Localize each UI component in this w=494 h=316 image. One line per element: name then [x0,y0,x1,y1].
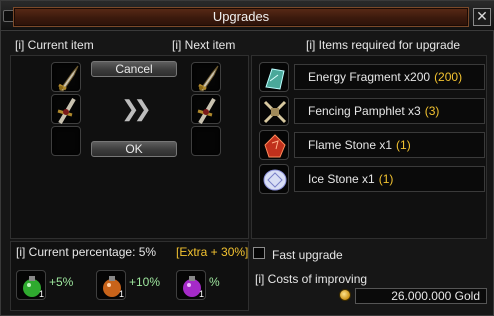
upgrade-arrow-icon: ❯❯ [121,96,152,121]
gold-cost-value: 26.000.000 Gold [355,288,487,304]
sword-icon [198,65,219,92]
required-item-count: (1) [378,172,394,186]
ok-button[interactable]: OK [91,141,177,157]
orange-potion-bonus: +10% [129,275,161,289]
fencing-pamphlet-icon [259,96,289,126]
next-item-slot-3[interactable] [191,126,221,156]
current-item-slot[interactable] [51,62,81,92]
item-compare-panel: Cancel OK ❯❯ [10,55,249,239]
green-potion-slot[interactable]: 1 [16,270,46,300]
left-headers: [i] Current item [i] Next item [10,35,249,55]
current-item-slot-2[interactable] [51,94,81,125]
title-bar[interactable]: Upgrades ✕ [1,1,494,31]
orange-potion-slot[interactable]: 1 [96,270,126,300]
current-percentage-label: [i] Current percentage: 5% [16,245,157,259]
next-item-slot[interactable] [191,62,221,92]
extra-percentage-label: [Extra + 30%] [176,245,249,259]
required-item-count: (1) [396,138,411,152]
current-item-header: [i] Current item [15,38,94,52]
required-item-name: Ice Stone x1 [308,172,375,186]
sword-hilt-icon [197,97,216,125]
costs-header: [i] Costs of improving [251,269,487,286]
flame-stone-icon [259,130,289,160]
sword-icon [58,65,79,92]
percentage-panel: [i] Current percentage: 5% [Extra + 30%]… [10,241,249,311]
close-button[interactable]: ✕ [473,8,491,26]
fast-upgrade-label: Fast upgrade [272,248,343,262]
costs-label: [i] Costs of improving [255,272,368,286]
required-item-label: Energy Fragment x200 (200) [294,64,485,90]
required-item-row[interactable]: Energy Fragment x200 (200) [259,62,485,92]
potion-stack-count: 1 [118,289,124,299]
energy-fragment-icon [259,62,289,92]
upgrades-window: Upgrades ✕ [i] Current item [i] Next ite… [0,0,494,316]
required-item-row[interactable]: Fencing Pamphlet x3 (3) [259,96,485,126]
required-item-count: (200) [434,70,463,84]
window-title: Upgrades [212,9,270,24]
required-item-label: Fencing Pamphlet x3 (3) [294,98,485,124]
items-required-header: [i] Items required for upgrade [306,38,461,52]
green-potion-bonus: +5% [49,275,74,289]
current-item-slot-3[interactable] [51,126,81,156]
cancel-button[interactable]: Cancel [91,61,177,77]
next-item-header: [i] Next item [172,38,236,52]
required-item-label: Flame Stone x1 (1) [294,132,485,158]
gold-coin-icon [339,289,351,301]
required-item-name: Flame Stone x1 [308,138,393,152]
required-item-name: Energy Fragment x200 [308,70,431,84]
required-item-count: (3) [424,104,440,118]
potion-stack-count: 1 [198,289,204,299]
potion-stack-count: 1 [38,289,44,299]
ice-stone-icon [259,164,289,194]
purple-potion-slot[interactable]: 1 [176,270,206,300]
fast-upgrade-checkbox[interactable] [253,247,265,259]
required-item-label: Ice Stone x1 (1) [294,166,485,192]
required-item-row[interactable]: Ice Stone x1 (1) [259,164,485,194]
required-item-row[interactable]: Flame Stone x1 (1) [259,130,485,160]
purple-potion-bonus: % [209,275,220,289]
required-item-name: Fencing Pamphlet x3 [308,104,421,118]
sword-hilt-icon [57,97,76,125]
next-item-slot-2[interactable] [191,94,221,125]
